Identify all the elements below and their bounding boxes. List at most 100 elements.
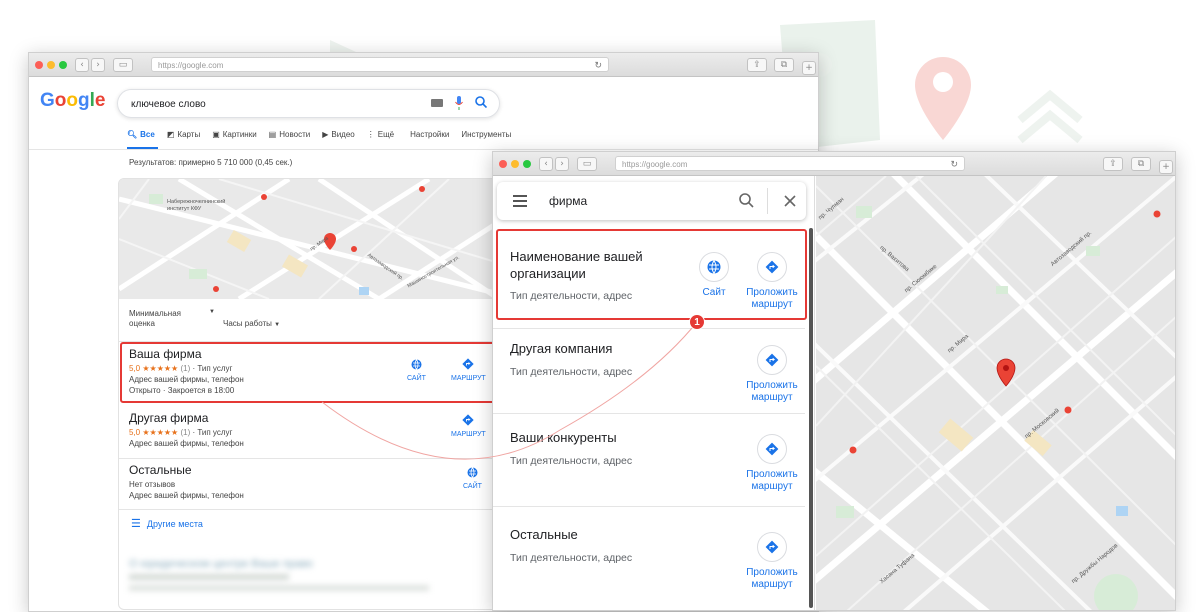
place-name: Другая компания	[510, 341, 613, 356]
divider	[493, 328, 805, 329]
business-address: Адрес вашей фирмы, телефон	[129, 439, 244, 448]
search-icon: 🔍︎	[127, 130, 138, 139]
minimize-dot[interactable]	[47, 61, 55, 69]
divider	[493, 413, 805, 414]
tab-label: Инструменты	[461, 130, 512, 139]
back-button[interactable]: ‹	[539, 157, 553, 171]
place-item-others[interactable]: Остальные Тип деятельности, адрес Пролож…	[493, 512, 805, 610]
new-tab-button[interactable]: +	[802, 61, 816, 75]
divider	[119, 458, 517, 459]
directions-icon	[757, 345, 787, 375]
rating-value: 5,0	[129, 428, 141, 437]
tab-news[interactable]: ▤ Новости	[269, 130, 311, 139]
more-places-link[interactable]: ☰ Другие места	[131, 517, 203, 530]
menu-icon[interactable]	[513, 194, 527, 212]
tab-more[interactable]: ⋮ Ещё	[367, 130, 394, 139]
local-map[interactable]: Набережночелнинский институт КФУ пр. Мир…	[119, 179, 517, 299]
tab-label: Настройки	[410, 130, 450, 139]
close-dot[interactable]	[35, 61, 43, 69]
place-description: Тип деятельности, адрес	[510, 455, 633, 467]
business-name: Остальные	[129, 463, 192, 477]
website-label: САЙТ	[463, 483, 482, 490]
reload-icon[interactable]: ↻	[594, 60, 602, 71]
review-count: (1)	[180, 428, 191, 437]
keyboard-icon[interactable]	[431, 99, 443, 107]
microphone-icon[interactable]	[455, 96, 463, 113]
back-button[interactable]: ‹	[75, 58, 89, 72]
chevron-down-icon: ▼	[274, 322, 281, 328]
tab-images[interactable]: ▣ Картинки	[212, 130, 256, 139]
directions-label: Проложить маршрут	[746, 380, 798, 403]
website-button[interactable]: САЙТ	[463, 465, 482, 490]
directions-label: Проложить маршрут	[746, 567, 798, 590]
scrollbar[interactable]	[809, 228, 813, 608]
blurred-result: О юридическом центре Ваше право	[129, 558, 429, 591]
reload-icon[interactable]: ↻	[950, 159, 958, 170]
tab-all[interactable]: 🔍︎ Все	[127, 130, 155, 139]
directions-button[interactable]: Проложить маршрут	[742, 345, 802, 404]
directions-button[interactable]: Проложить маршрут	[742, 434, 802, 493]
tab-label: Картинки	[222, 130, 257, 139]
maximize-dot[interactable]	[59, 61, 67, 69]
directions-button[interactable]: МАРШРУТ	[451, 413, 486, 438]
highlight-your-firm	[120, 342, 499, 403]
tabs-button[interactable]: ⧉	[774, 58, 794, 72]
forward-button[interactable]: ›	[555, 157, 569, 171]
map-view[interactable]: Автозаводский пр. пр. Мира пр. Московски…	[816, 176, 1175, 610]
close-dot[interactable]	[499, 160, 507, 168]
sidebar-button[interactable]: ▭	[577, 157, 597, 171]
url-bar[interactable]: https://google.com ↻	[151, 57, 609, 72]
search-tabs: 🔍︎ Все ◩ Карты ▣ Картинки ▤ Новости ▶ Видео ⋮…	[127, 130, 511, 139]
minimize-dot[interactable]	[511, 160, 519, 168]
list-icon: ☰	[131, 518, 141, 530]
sidebar-button[interactable]: ▭	[113, 58, 133, 72]
place-description: Тип деятельности, адрес	[510, 552, 633, 564]
tab-label: Новости	[279, 130, 311, 139]
business-type: · Тип услуг	[192, 428, 233, 437]
divider	[493, 506, 805, 507]
blurred-title: О юридическом центре Ваше право	[129, 558, 313, 570]
google-logo[interactable]: Google	[40, 90, 105, 112]
maximize-dot[interactable]	[523, 160, 531, 168]
tab-label: Карты	[177, 130, 201, 139]
video-icon: ▶	[322, 130, 329, 139]
search-query: фирма	[549, 194, 588, 208]
directions-label: Проложить маршрут	[746, 469, 798, 492]
business-address: Адрес вашей фирмы, телефон	[129, 491, 244, 500]
tab-label: Все	[140, 130, 155, 139]
directions-label: МАРШРУТ	[451, 431, 486, 438]
search-icon[interactable]	[739, 193, 754, 213]
browser-toolbar: ‹ › ▭ https://google.com ↻ ⇪ ⧉ +	[493, 152, 1175, 176]
chevron-down-icon[interactable]: ▼	[209, 309, 215, 315]
callout-badge: 1	[689, 314, 705, 330]
tab-maps[interactable]: ◩ Карты	[167, 130, 200, 139]
highlight-your-org	[496, 229, 807, 320]
divider	[767, 188, 768, 214]
hours-filter[interactable]: Часы работы ▼	[223, 319, 280, 328]
tab-tools[interactable]: Инструменты	[461, 130, 511, 139]
url-text: https://google.com	[158, 61, 224, 70]
url-bar[interactable]: https://google.com ↻	[615, 156, 965, 171]
close-icon[interactable]	[784, 194, 796, 212]
share-button[interactable]: ⇪	[747, 58, 767, 72]
url-text: https://google.com	[622, 160, 688, 169]
maps-search-box[interactable]: фирма	[497, 182, 806, 220]
listing-other-firm[interactable]: Другая фирма 5,0 ★★★★★ (1) · Тип услуг А…	[129, 411, 509, 455]
tab-video[interactable]: ▶ Видео	[322, 130, 355, 139]
directions-button[interactable]: Проложить маршрут	[742, 532, 802, 591]
rating-filter[interactable]: Минимальная оценка	[129, 309, 199, 329]
place-item-other-company[interactable]: Другая компания Тип деятельности, адрес …	[493, 331, 805, 416]
tab-settings[interactable]: Настройки	[410, 130, 449, 139]
tabs-button[interactable]: ⧉	[1131, 157, 1151, 171]
results-count: Результатов: примерно 5 710 000 (0,45 се…	[129, 158, 293, 167]
search-input[interactable]: ключевое слово	[117, 89, 500, 118]
share-button[interactable]: ⇪	[1103, 157, 1123, 171]
forward-button[interactable]: ›	[91, 58, 105, 72]
listing-others[interactable]: Остальные Нет отзывов Адрес вашей фирмы,…	[129, 463, 509, 505]
filter-label: Часы работы	[223, 319, 272, 328]
place-item-competitors[interactable]: Ваши конкуренты Тип деятельности, адрес …	[493, 420, 805, 505]
search-icon[interactable]	[475, 96, 488, 111]
place-name: Остальные	[510, 527, 578, 542]
new-tab-button[interactable]: +	[1159, 160, 1173, 174]
browser-toolbar: ‹ › ▭ https://google.com ↻ ⇪ ⧉ +	[29, 53, 818, 77]
